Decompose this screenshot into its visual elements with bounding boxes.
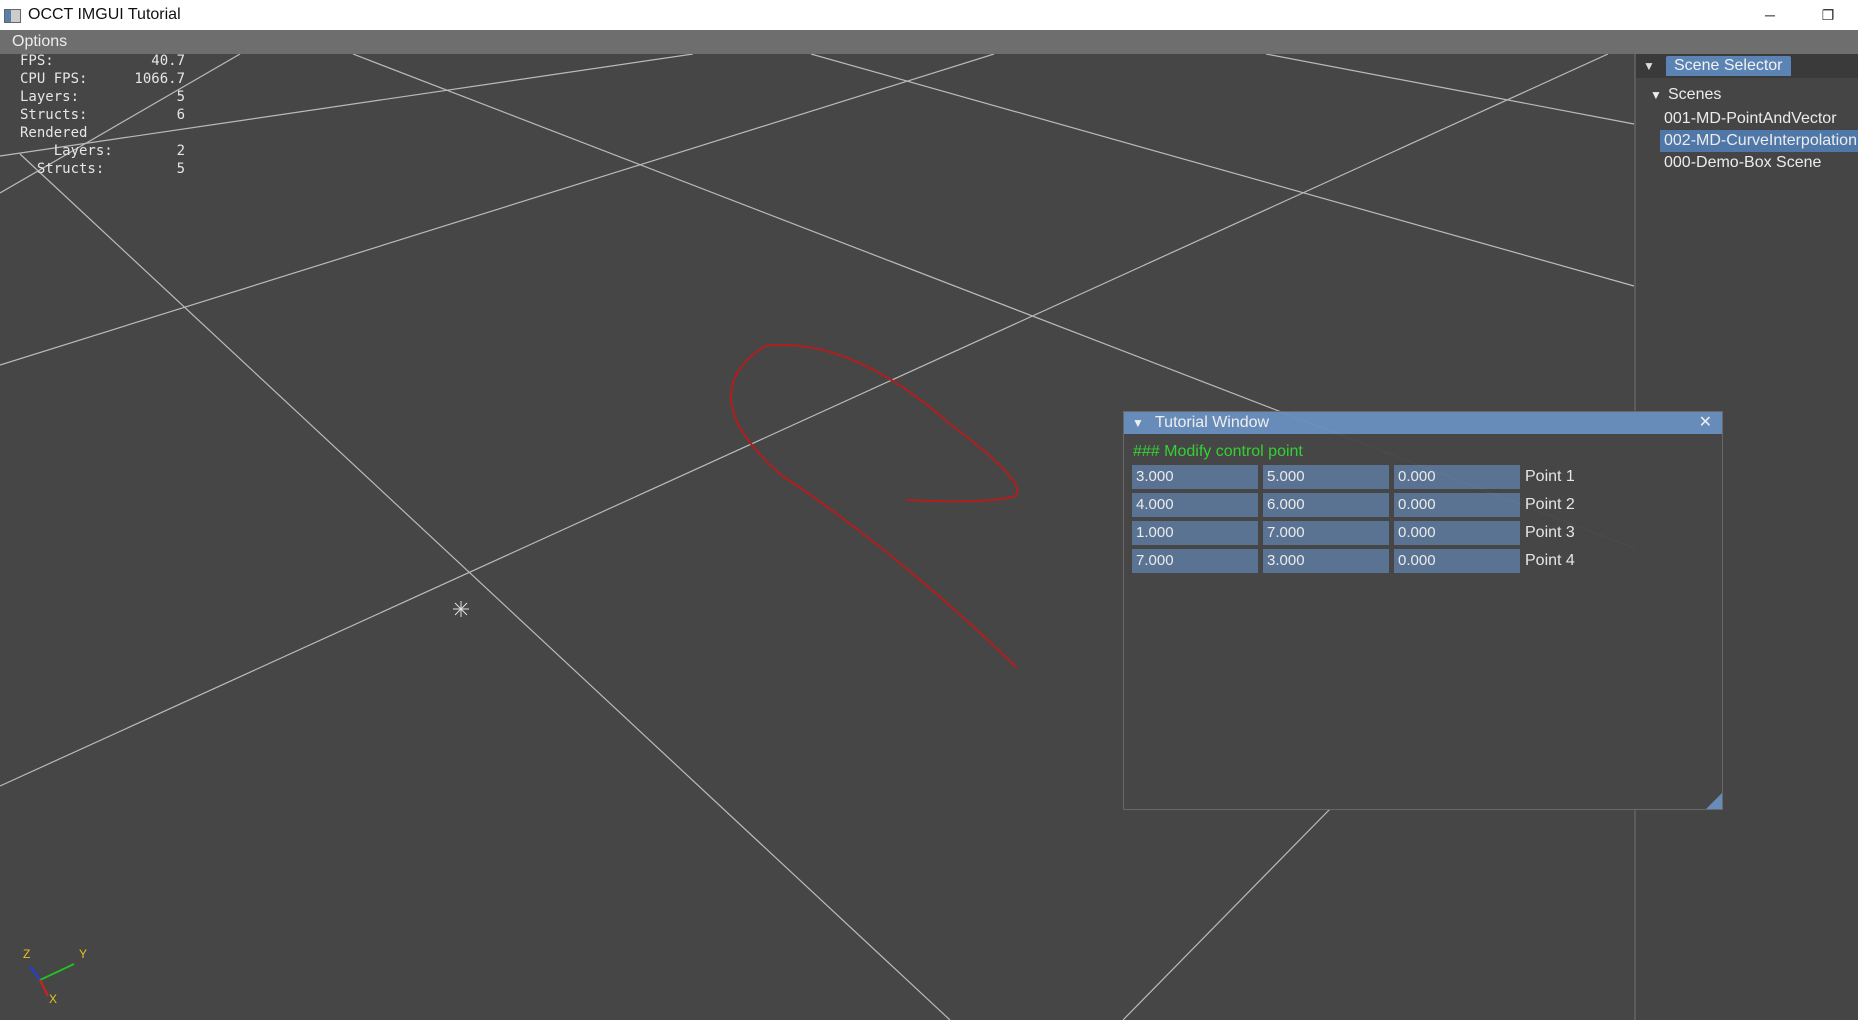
stat-row: Rendered [20, 124, 185, 142]
point-4-y-input[interactable] [1263, 549, 1389, 573]
stat-row: Layers: 5 [20, 88, 185, 106]
tutorial-window-title: Tutorial Window [1155, 414, 1270, 431]
stat-row: Structs: 6 [20, 106, 185, 124]
point-3-x-input[interactable] [1132, 521, 1258, 545]
collapse-triangle-icon[interactable]: ▼ [1132, 412, 1144, 434]
point-label: Point 2 [1525, 496, 1575, 513]
stat-value: 1066.7 [134, 71, 185, 87]
render-stats: FPS: 40.7 CPU FPS: 1066.7 Layers: 5 Structs… [20, 52, 185, 178]
point-label: Point 3 [1525, 524, 1575, 541]
scene-item-selected[interactable]: 002-MD-CurveInterpolation [1660, 130, 1858, 152]
stat-label: Structs: [20, 161, 105, 177]
stat-value: 6 [176, 107, 185, 123]
scene-item[interactable]: 001-MD-PointAndVector [1660, 108, 1858, 130]
y-axis-label: Y [79, 947, 88, 961]
point-2-y-input[interactable] [1263, 493, 1389, 517]
point-1-z-input[interactable] [1394, 465, 1520, 489]
point-3-y-input[interactable] [1263, 521, 1389, 545]
stat-value: 40.7 [151, 53, 185, 69]
y-axis-icon [39, 963, 75, 981]
restore-button[interactable]: ❐ [1805, 0, 1851, 30]
section-heading: ### Modify control point [1133, 443, 1303, 460]
point-1-x-input[interactable] [1132, 465, 1258, 489]
z-axis-label: Z [23, 947, 31, 961]
stat-row: CPU FPS: 1066.7 [20, 70, 185, 88]
window-title-bar: OCCT IMGUI Tutorial ─ ❐ [0, 0, 1858, 30]
scene-item[interactable]: 000-Demo-Box Scene [1660, 152, 1858, 174]
close-icon[interactable]: ✕ [1699, 412, 1712, 434]
point-label: Point 1 [1525, 468, 1575, 485]
grid-line [1265, 54, 1635, 125]
stat-row: Layers: 2 [20, 142, 185, 160]
grid-line [810, 54, 1635, 287]
point-2-z-input[interactable] [1394, 493, 1520, 517]
tab-scene-selector[interactable]: Scene Selector [1666, 56, 1791, 76]
stat-label: Rendered [20, 125, 88, 141]
stat-label: FPS: [20, 53, 54, 69]
axis-triad: Z Y X [18, 944, 98, 1006]
stat-label: Layers: [20, 143, 113, 159]
tree-node-scenes[interactable]: ▼ Scenes [1650, 86, 1721, 104]
z-axis-icon [29, 965, 41, 981]
point-4-z-input[interactable] [1394, 549, 1520, 573]
point-1-y-input[interactable] [1263, 465, 1389, 489]
tree-node-label: Scenes [1668, 86, 1722, 103]
tree-expand-icon[interactable]: ▼ [1650, 88, 1668, 102]
point-2-x-input[interactable] [1132, 493, 1258, 517]
stat-label: Layers: [20, 89, 80, 105]
menu-options[interactable]: Options [12, 33, 67, 51]
point-3-z-input[interactable] [1394, 521, 1520, 545]
panel-header: ▼ Scene Selector [1636, 54, 1858, 78]
grid-line [1122, 808, 1331, 1020]
x-axis-icon [39, 979, 49, 997]
stat-row: FPS: 40.7 [20, 52, 185, 70]
window-title: OCCT IMGUI Tutorial [28, 6, 181, 23]
interpolated-curve [730, 344, 1019, 669]
stat-row: Structs: 5 [20, 160, 185, 178]
stat-value: 5 [176, 161, 185, 177]
x-axis-label: X [49, 992, 58, 1006]
point-label: Point 4 [1525, 552, 1575, 569]
resize-grip-icon[interactable] [1706, 793, 1722, 809]
stat-value: 5 [176, 89, 185, 105]
grid-line [19, 153, 951, 1020]
stat-value: 2 [176, 143, 185, 159]
menu-bar: Options [0, 30, 1858, 54]
stat-label: CPU FPS: [20, 71, 88, 87]
origin-marker [453, 601, 469, 617]
tutorial-window: ▼ Tutorial Window ✕ ### Modify control p… [1123, 411, 1723, 810]
stat-label: Structs: [20, 107, 88, 123]
dock-menu-icon[interactable]: ▼ [1641, 57, 1657, 75]
app-icon [4, 9, 21, 23]
minimize-button[interactable]: ─ [1747, 0, 1793, 30]
point-4-x-input[interactable] [1132, 549, 1258, 573]
tutorial-window-title-bar[interactable]: ▼ Tutorial Window ✕ [1124, 412, 1722, 434]
